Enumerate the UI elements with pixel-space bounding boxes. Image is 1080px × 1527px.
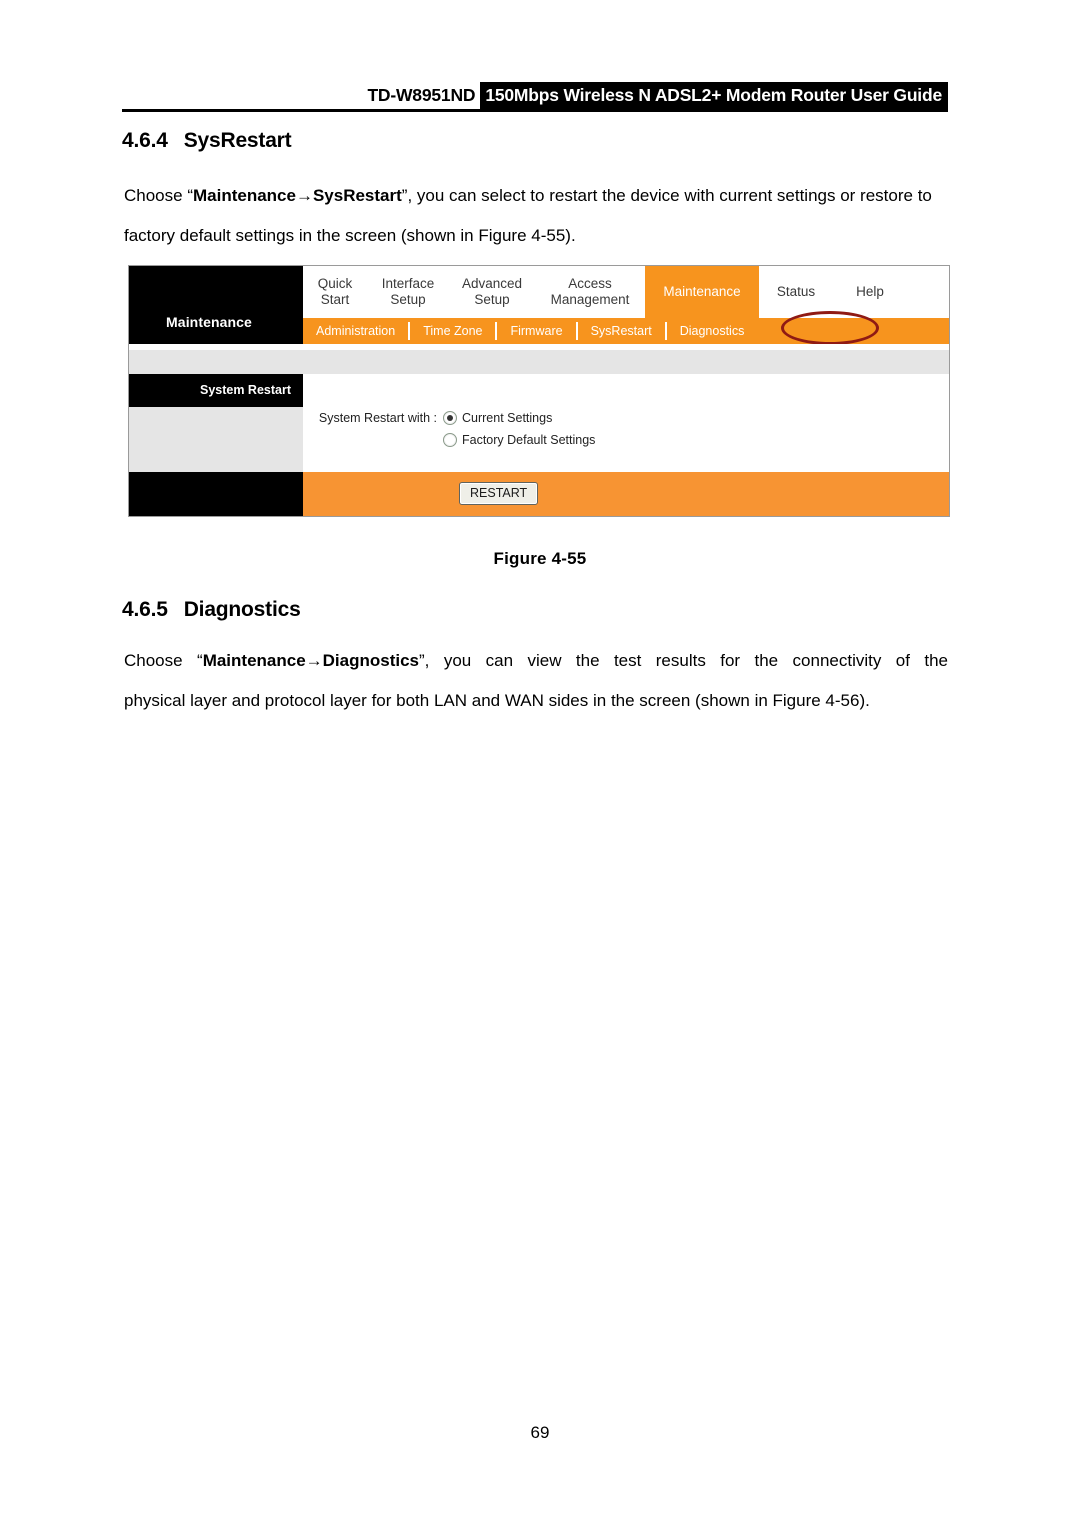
page-number: 69 [530,1423,550,1442]
subnav-item-time-zone[interactable]: Time Zone [410,318,495,344]
router-footer-right-block: RESTART [303,472,949,516]
nav-tab-label-line2: Start [320,292,350,307]
nav-tab-label-line1: Advanced [461,276,523,291]
paragraph-suffix: ”, you can view the test results for the… [419,651,949,670]
paragraph-sysrestart: Choose “Maintenance→SysRestart”, you can… [124,176,948,256]
document-page: TD-W8951ND 150Mbps Wireless N ADSL2+ Mod… [0,0,1080,1527]
header-model-name: TD-W8951ND [367,82,481,109]
router-status-band [129,350,949,374]
section-heading-sysrestart: 4.6.4 SysRestart [122,129,292,153]
nav-tab-maintenance[interactable]: Maintenance [645,266,759,318]
nav-tab-status[interactable]: Status [759,266,833,318]
system-restart-with-label: System Restart with : [318,411,437,425]
section-heading-diagnostics: 4.6.5 Diagnostics [122,598,301,622]
router-brand-panel: Maintenance [129,266,303,344]
nav-tab-access-management[interactable]: Access Management [535,266,645,318]
nav-tab-label-line1: Quick [317,276,353,291]
router-content-panel: System Restart with : Current Settings F… [303,374,949,472]
nav-tab-label-line2: Setup [474,292,510,307]
router-body: System Restart System Restart with : Cur… [129,374,949,472]
router-top-band: Maintenance Quick Start Interface Setup … [129,266,949,345]
header-rule [122,109,948,112]
figure-caption: Figure 4-55 [493,549,587,568]
radio-option-current-settings[interactable]: Current Settings [443,408,595,428]
section-title: SysRestart [183,129,292,152]
system-restart-form-row: System Restart with : Current Settings F… [303,408,595,450]
nav-tab-quick-start[interactable]: Quick Start [303,266,367,318]
subnav-item-administration[interactable]: Administration [303,318,408,344]
system-restart-radio-group: Current Settings Factory Default Setting… [443,408,595,450]
nav-tab-label-line1: Access [568,276,612,291]
nav-tab-label-line1: Interface [381,276,435,291]
router-sub-nav: Administration Time Zone Firmware SysRes… [303,318,949,344]
section-number: 4.6.4 [122,129,168,152]
paragraph-line-2: physical layer and protocol layer for bo… [124,691,870,710]
nav-tab-label-line2: Management [550,292,630,307]
subnav-item-firmware[interactable]: Firmware [497,318,575,344]
paragraph-diagnostics: Choose “Maintenance→Diagnostics”, you ca… [124,641,948,721]
router-brand-label: Maintenance [166,314,252,330]
radio-label-factory-default-settings: Factory Default Settings [462,433,596,447]
subnav-item-diagnostics[interactable]: Diagnostics [667,318,758,344]
header-title-group: TD-W8951ND 150Mbps Wireless N ADSL2+ Mod… [367,82,948,109]
nav-tab-label-line2: Setup [390,292,426,307]
section-number: 4.6.5 [122,598,168,621]
document-header: TD-W8951ND 150Mbps Wireless N ADSL2+ Mod… [122,82,948,112]
router-web-ui-screenshot: Maintenance Quick Start Interface Setup … [128,265,950,517]
restart-button[interactable]: RESTART [459,482,539,505]
radio-unselected-icon[interactable] [443,433,457,447]
paragraph-bold-path: Maintenance→SysRestart [192,186,402,205]
header-guide-title: 150Mbps Wireless N ADSL2+ Modem Router U… [480,82,948,109]
paragraph-bold-path: Maintenance→Diagnostics [202,651,420,670]
radio-selected-icon[interactable] [443,411,457,425]
router-footer-bar: RESTART [129,472,949,516]
nav-tab-help[interactable]: Help [833,266,907,318]
nav-tab-advanced-setup[interactable]: Advanced Setup [449,266,535,318]
radio-label-current-settings: Current Settings [462,411,553,425]
radio-option-factory-default-settings[interactable]: Factory Default Settings [443,430,595,450]
paragraph-prefix: Choose “ [124,186,193,205]
paragraph-prefix: Choose “ [124,651,203,670]
section-title: Diagnostics [183,598,301,621]
nav-tab-label-line1: Status [776,284,816,299]
sidebar-section-title: System Restart [129,374,303,407]
nav-tab-interface-setup[interactable]: Interface Setup [367,266,449,318]
router-footer-left-block [129,472,303,516]
paragraph-line-1: Choose “Maintenance→Diagnostics”, you ca… [124,641,948,681]
router-main-nav: Quick Start Interface Setup Advanced Set… [303,266,949,318]
nav-tab-label-line1: Maintenance [663,284,741,299]
subnav-item-sysrestart[interactable]: SysRestart [578,318,665,344]
nav-tab-label-line1: Help [856,284,884,299]
router-sidebar: System Restart [129,374,303,472]
